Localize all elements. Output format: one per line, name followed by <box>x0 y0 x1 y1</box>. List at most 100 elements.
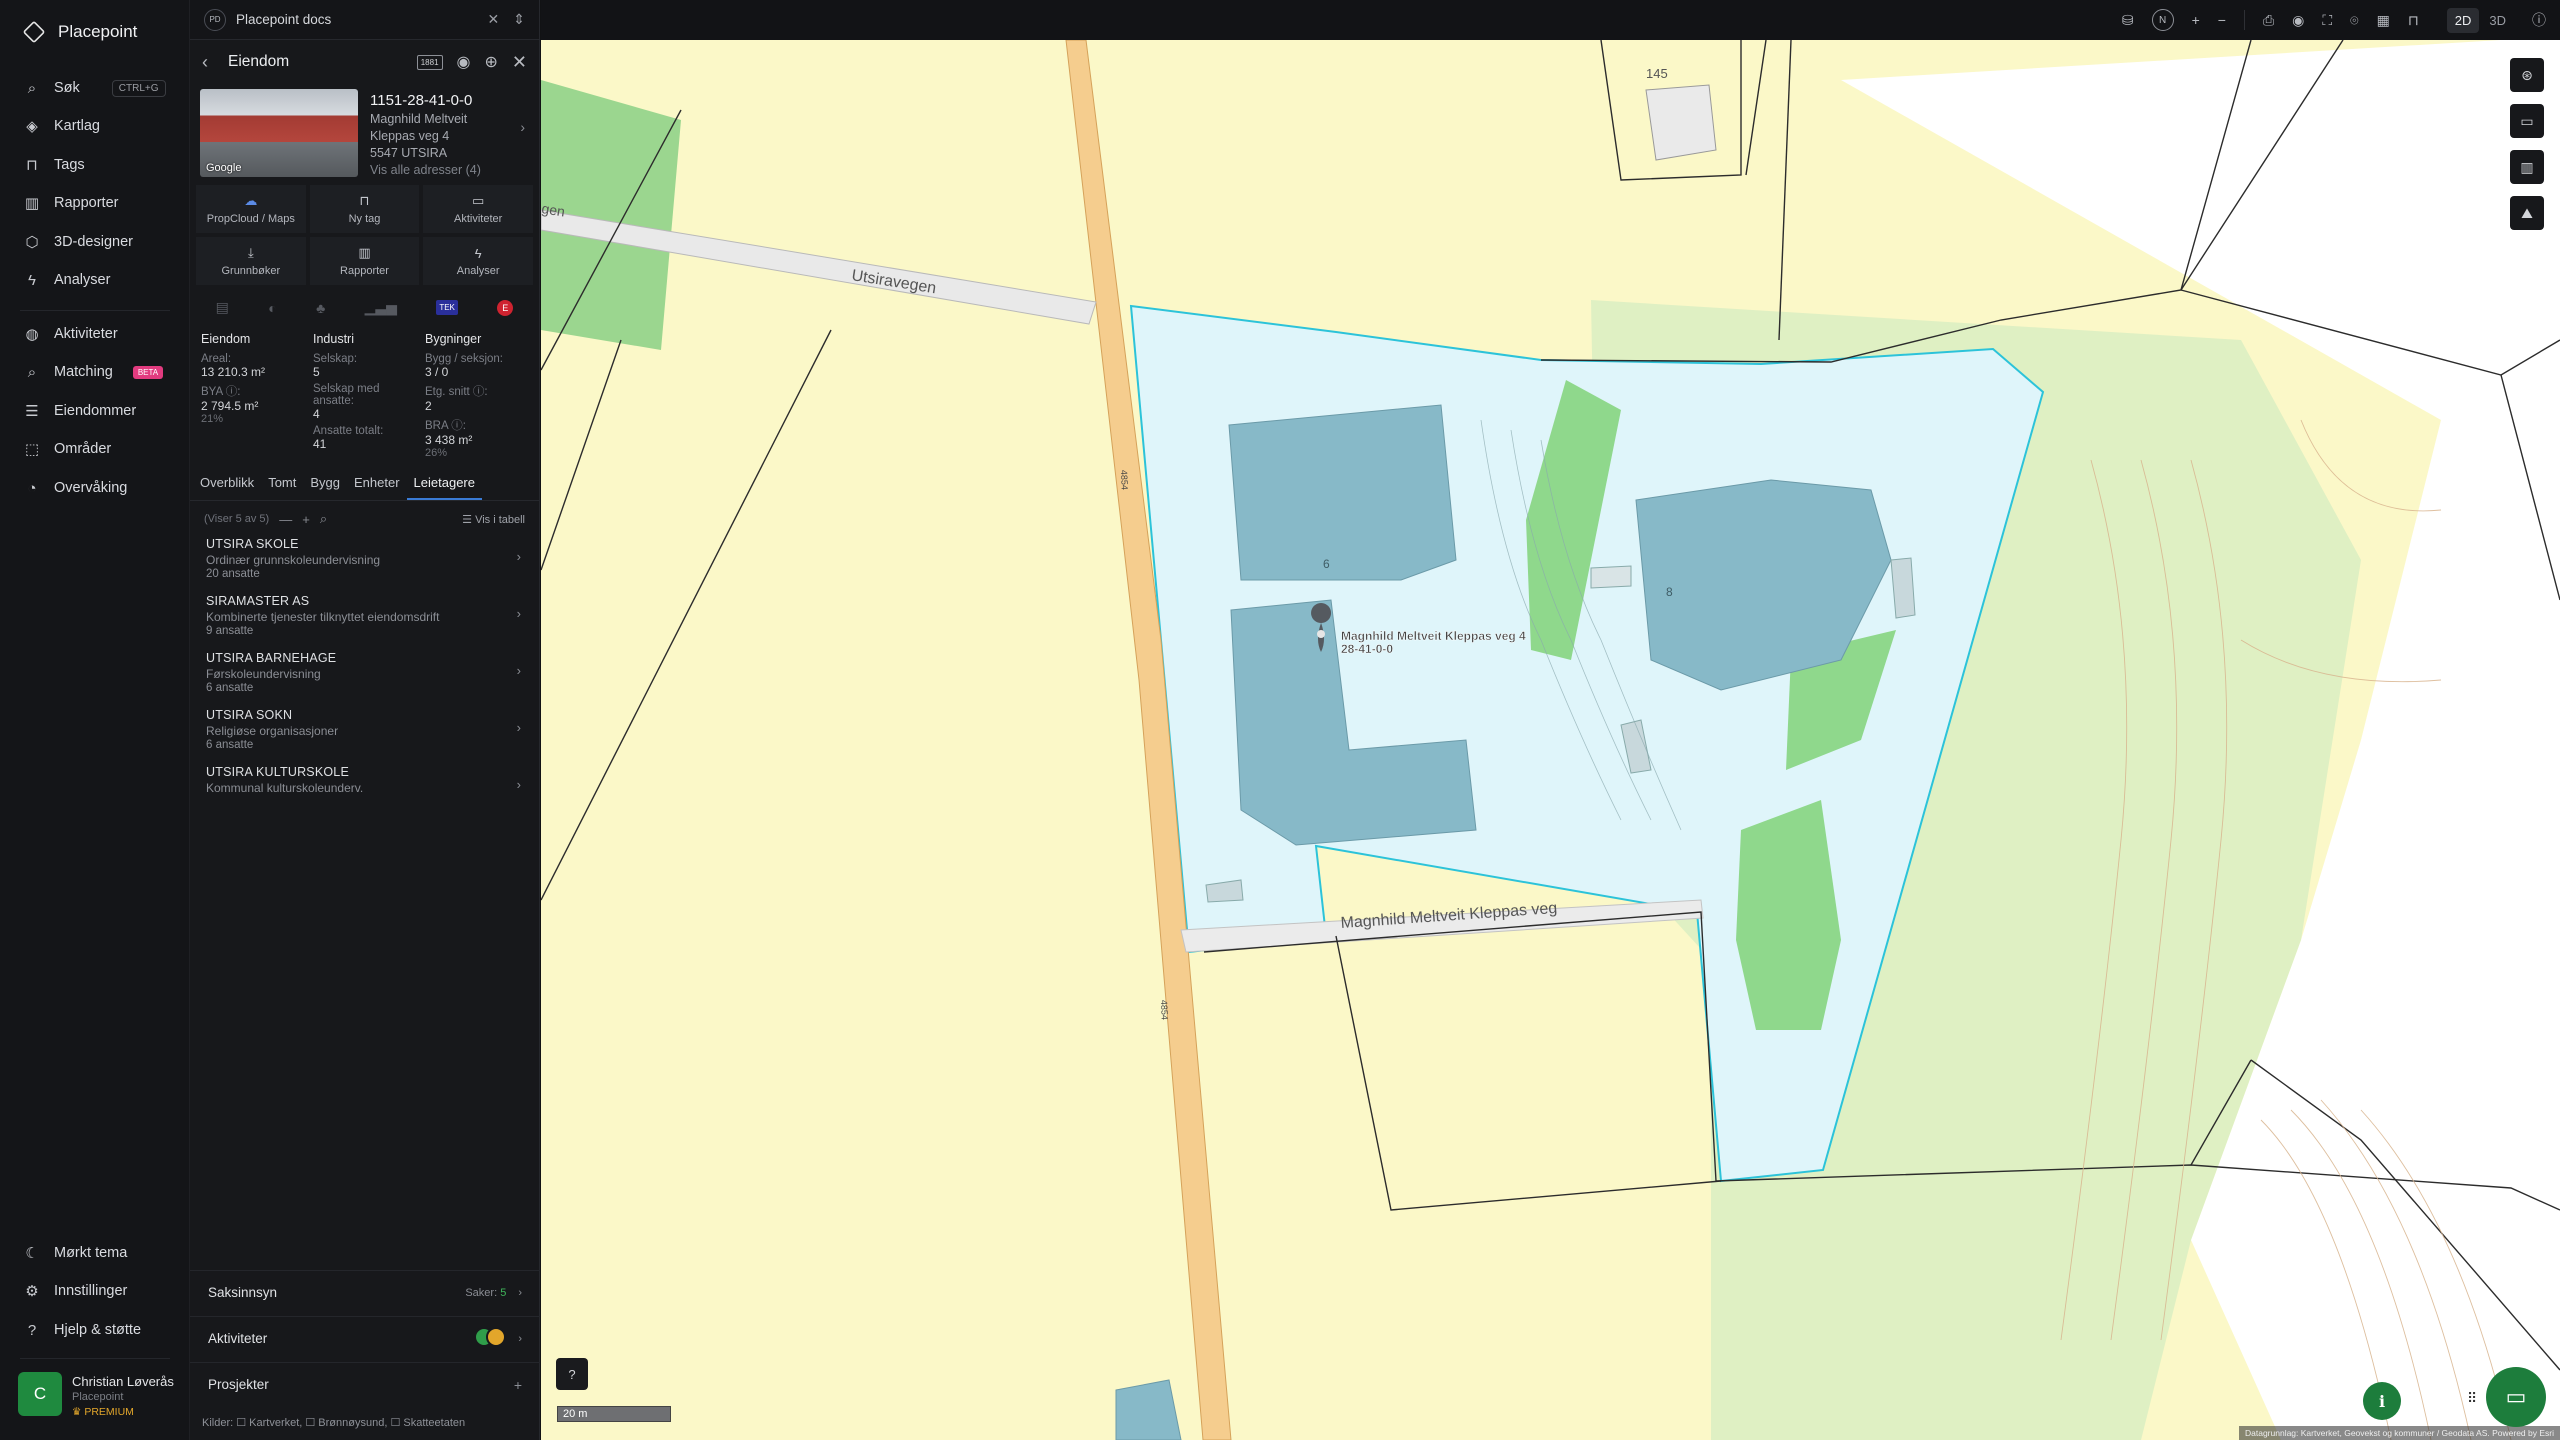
list-item[interactable]: SIRAMASTER AS Kombinerte tjenester tilkn… <box>190 590 539 647</box>
chat-button[interactable]: ▭ <box>2486 1367 2546 1427</box>
chevron-right-icon: › <box>516 606 521 621</box>
nav-label: Overvåking <box>54 480 128 496</box>
info-button[interactable]: i <box>2363 1382 2401 1420</box>
print-icon[interactable]: ⎙ <box>2263 12 2274 29</box>
signal-icon[interactable]: ▁▃▅ <box>365 299 397 316</box>
nav-item-matching[interactable]: ⌕ Matching BETA <box>24 360 164 384</box>
back-icon[interactable]: ‹ <box>202 52 222 73</box>
layers-stack-icon[interactable]: ⛁ <box>2122 12 2134 29</box>
chevron-right-icon[interactable]: › <box>520 119 525 135</box>
property-panel: PD Placepoint docs ✕ ⇕ ‹ Eiendom 1881 ◉ … <box>190 0 540 1440</box>
camera-icon[interactable]: ⌾ <box>2350 12 2358 29</box>
prosjekter-section[interactable]: Prosjekter + <box>190 1362 540 1406</box>
close-icon[interactable]: ✕ <box>488 11 500 28</box>
grunnboker-button[interactable]: ⤓ Grunnbøker <box>196 237 306 285</box>
elevation-icon[interactable]: ⛰ <box>2510 196 2544 230</box>
saksinnsyn-section[interactable]: Saksinnsyn Saker: 5 › <box>190 1270 540 1314</box>
measure-icon[interactable]: ▭ <box>2510 104 2544 138</box>
energy-label-icon[interactable]: E <box>497 299 514 316</box>
zoom-in-icon[interactable]: + <box>2192 12 2200 28</box>
map-layers-icon[interactable]: ⊛ <box>2510 58 2544 92</box>
nav-label: Matching <box>54 364 113 380</box>
zoom-out-icon[interactable]: − <box>2218 12 2226 28</box>
nav-item-help[interactable]: ? Hjelp & støtte <box>24 1318 141 1342</box>
fullscreen-icon[interactable]: ⛶ <box>2322 12 2332 29</box>
chevron-updown-icon[interactable]: ⇕ <box>513 11 525 28</box>
user-profile[interactable]: C Christian Løverås Placepoint ♛ PREMIUM <box>18 1372 174 1418</box>
nav-label: Aktiviteter <box>54 326 118 342</box>
nav-item-kartlag[interactable]: ◈ Kartlag <box>24 114 100 138</box>
eye-icon[interactable]: ◉ <box>457 52 471 72</box>
nav-item-omrader[interactable]: ⬚ Områder <box>24 437 111 461</box>
action-grid: ☁ PropCloud / Maps ⊓ Ny tag ▭ Aktiviteter ⤓… <box>190 177 539 285</box>
docs-title[interactable]: Placepoint docs <box>236 12 331 27</box>
stat-key: Bygg / seksjon: <box>425 353 503 365</box>
plus-icon[interactable]: + <box>302 512 310 527</box>
nav-item-dark-theme[interactable]: ☾ Mørkt tema <box>24 1241 127 1265</box>
nav-item-analyser[interactable]: ϟ Analyser <box>24 268 110 292</box>
reports-button[interactable]: ▥ Rapporter <box>309 237 420 285</box>
nav-item-overvaking[interactable]: ◔ Overvåking <box>24 476 127 500</box>
nav-label: Søk <box>54 80 80 96</box>
info-icon[interactable]: ⓘ <box>2532 10 2546 30</box>
nav-item-tags[interactable]: ⊓ Tags <box>24 153 85 177</box>
section-title: Prosjekter <box>208 1377 269 1392</box>
tag-1881-button[interactable]: 1881 <box>416 54 443 70</box>
grid-icon[interactable]: ▦ <box>2377 12 2390 29</box>
target-icon[interactable]: ⊕ <box>485 52 498 72</box>
propcloud-button[interactable]: ☁ PropCloud / Maps <box>196 185 306 233</box>
eye-icon[interactable]: ◉ <box>2292 12 2304 29</box>
list-item[interactable]: UTSIRA SOKN Religiøse organisasjoner 6 a… <box>190 704 539 761</box>
building <box>1590 565 1632 589</box>
nav-item-rapporter[interactable]: ▥ Rapporter <box>24 191 119 215</box>
tab-overblikk[interactable]: Overblikk <box>200 475 261 500</box>
list-item[interactable]: UTSIRA BARNEHAGE Førskoleundervisning 6 … <box>190 647 539 704</box>
chart-icon[interactable]: ▥ <box>2510 150 2544 184</box>
street-view-image[interactable]: Google <box>200 89 358 177</box>
aktiviteter-section[interactable]: Aktiviteter › <box>190 1316 540 1360</box>
tab-enheter[interactable]: Enheter <box>347 475 407 500</box>
compass-north[interactable]: N <box>2151 9 2174 31</box>
map-help-button[interactable]: ? <box>556 1358 588 1390</box>
view-2d-button[interactable]: 2D <box>2446 7 2480 33</box>
factory-icon[interactable]: ♣ <box>316 300 325 316</box>
tab-tomt[interactable]: Tomt <box>261 475 303 500</box>
minus-icon[interactable]: — <box>279 512 292 527</box>
tab-bygg[interactable]: Bygg <box>303 475 347 500</box>
main-nav: Placepoint ⌕ Søk CTRL+G ◈ Kartlag ⊓ Tags… <box>0 0 190 1440</box>
drag-handle-icon[interactable]: ⠿ <box>2467 1390 2477 1407</box>
download-icon: ⤓ <box>247 245 254 260</box>
marker-label: 28-41-0-0 <box>1341 642 1393 656</box>
brand[interactable]: Placepoint <box>22 20 137 44</box>
map-view[interactable]: ⛁ N + − ⎙ ◉ ⛶ ⌾ ▦ ⊓ 2D 3D ⓘ Utsiravegen … <box>541 0 2560 1440</box>
activities-button[interactable]: ▭ Aktiviteter <box>423 185 533 233</box>
chevron-right-icon: › <box>516 777 521 792</box>
nav-label: Analyser <box>54 272 111 288</box>
list-item[interactable]: UTSIRA KULTURSKOLE Kommunal kulturskoleu… <box>190 761 539 805</box>
nav-item-3d-designer[interactable]: ⬡ 3D-designer <box>24 230 133 254</box>
nav-item-eiendommer[interactable]: ☰ Eiendommer <box>24 399 136 423</box>
list-item[interactable]: UTSIRA SKOLE Ordinær grunnskoleundervisn… <box>190 533 539 590</box>
plus-icon[interactable]: + <box>514 1377 522 1393</box>
globe-icon[interactable]: ◐ <box>268 300 276 316</box>
document-icon[interactable]: ▤ <box>216 299 229 316</box>
analyses-button[interactable]: ϟ Analyser <box>423 237 533 285</box>
tek-icon[interactable]: TEK <box>436 300 458 315</box>
view-3d-button[interactable]: 3D <box>2481 8 2514 33</box>
property-card[interactable]: Google 1151-28-41-0-0 Magnhild Meltveit … <box>190 84 539 177</box>
search-icon[interactable]: ⌕ <box>320 511 327 527</box>
show-in-table-button[interactable]: ☰ Vis i tabell <box>462 513 525 526</box>
map-toolbar: ⛁ N + − ⎙ ◉ ⛶ ⌾ ▦ ⊓ 2D 3D ⓘ <box>541 0 2560 40</box>
nav-item-settings[interactable]: ⚙ Innstillinger <box>24 1279 127 1303</box>
map-canvas[interactable]: Utsiravegen gen Magnhild Meltveit Kleppa… <box>541 40 2560 1440</box>
all-addresses-link[interactable]: Vis alle adresser (4) <box>370 163 529 177</box>
nav-item-search[interactable]: ⌕ Søk CTRL+G <box>24 76 166 100</box>
moon-icon: ☾ <box>25 1245 39 1262</box>
nav-item-aktiviteter[interactable]: ◍ Aktiviteter <box>24 322 118 346</box>
new-tag-button[interactable]: ⊓ Ny tag <box>309 185 420 233</box>
panel-title: Eiendom <box>228 53 290 70</box>
bookmark-icon[interactable]: ⊓ <box>2408 12 2419 29</box>
tab-leietagere[interactable]: Leietagere <box>406 475 482 500</box>
close-icon[interactable]: ✕ <box>512 52 527 73</box>
scale-bar: 20 m <box>557 1406 671 1422</box>
